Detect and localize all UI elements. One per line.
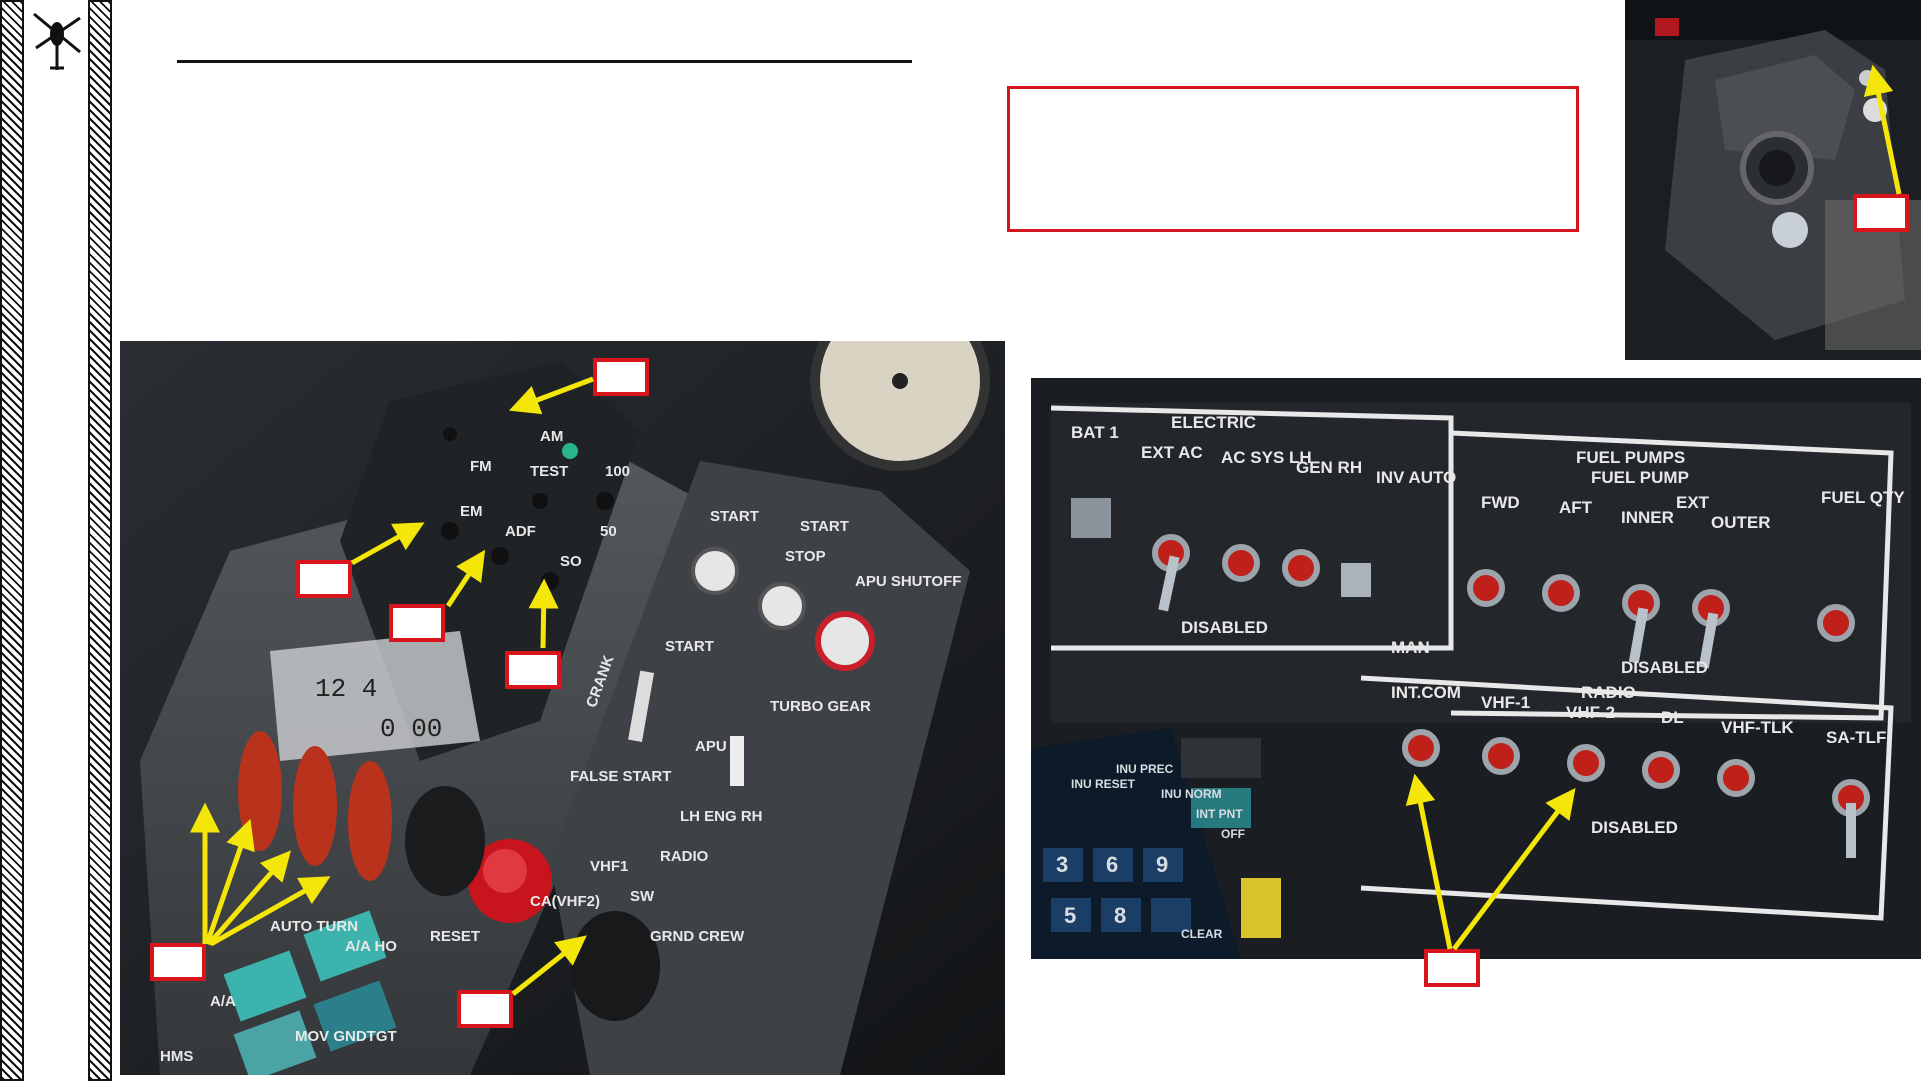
label-reset: RESET xyxy=(430,928,480,945)
label-fuel-pump: FUEL PUMP xyxy=(1591,468,1689,487)
collective-grip-photo xyxy=(1625,0,1921,360)
key-off: OFF xyxy=(1221,827,1245,841)
marker-am-switch xyxy=(593,358,649,396)
marker-radio-switches xyxy=(1424,949,1480,987)
label-auto-turn: AUTO TURN xyxy=(270,918,358,935)
label-grnd-crew: GRND CREW xyxy=(650,928,745,945)
label-intcom: INT.COM xyxy=(1391,683,1461,702)
callout-box xyxy=(1007,86,1579,232)
left-stripe-outer xyxy=(0,0,24,1081)
cockpit-console-photo: AM FM TEST 100 EM ADF 50 SO START START … xyxy=(120,341,1005,1075)
label-gen-rh: GEN RH xyxy=(1296,458,1362,477)
marker-collective-button xyxy=(1853,194,1909,232)
key-5: 5 xyxy=(1064,903,1076,928)
label-start-1: START xyxy=(710,508,759,525)
label-ext: EXT xyxy=(1676,493,1710,512)
label-apu: APU xyxy=(695,738,727,755)
label-outer: OUTER xyxy=(1711,513,1771,532)
label-electric-disabled: DISABLED xyxy=(1181,618,1268,637)
label-fm: FM xyxy=(470,458,492,475)
label-inv-auto: INV AUTO xyxy=(1376,468,1456,487)
title-underline xyxy=(177,60,912,63)
electric-fuel-radio-panel-photo: ELECTRIC BAT 1 EXT AC AC SYS LH GEN RH I… xyxy=(1031,378,1921,959)
label-inner: INNER xyxy=(1621,508,1674,527)
label-aft: AFT xyxy=(1559,498,1593,517)
label-adf: ADF xyxy=(505,523,536,540)
label-man: MAN xyxy=(1391,638,1430,657)
label-test: TEST xyxy=(530,463,568,480)
label-sa-tlf: SA-TLF xyxy=(1826,728,1886,747)
clock-minutes: 0 00 xyxy=(380,714,442,744)
key-3: 3 xyxy=(1056,852,1068,877)
label-vhf-tlk: VHF-TLK xyxy=(1721,718,1794,737)
marker-fuel-levers xyxy=(150,943,206,981)
label-radio: RADIO xyxy=(660,848,709,865)
label-dl: DL xyxy=(1661,708,1684,727)
label-radio-disabled: DISABLED xyxy=(1591,818,1678,837)
label-false-start: FALSE START xyxy=(570,768,671,785)
label-50: 50 xyxy=(600,523,617,540)
label-ca-vhf2: CA(VHF2) xyxy=(530,893,600,910)
key-inu-norm: INU NORM xyxy=(1161,787,1222,801)
label-radio-panel: RADIO xyxy=(1581,683,1636,702)
label-mov-gndtgt: MOV GNDTGT xyxy=(295,1028,397,1045)
label-fuel-disabled: DISABLED xyxy=(1621,658,1708,677)
marker-adf-knob xyxy=(389,604,445,642)
label-stop: STOP xyxy=(785,548,826,565)
key-clear: CLEAR xyxy=(1181,927,1223,941)
label-hms: HMS xyxy=(160,1048,193,1065)
key-8: 8 xyxy=(1114,903,1126,928)
label-so: SO xyxy=(560,553,582,570)
label-lh-eng-rh: LH ENG RH xyxy=(680,808,763,825)
label-turbo-gear: TURBO GEAR xyxy=(770,698,871,715)
label-sw: SW xyxy=(630,888,655,905)
label-ext-ac: EXT AC xyxy=(1141,443,1203,462)
label-aa: A/A xyxy=(210,993,236,1010)
label-am: AM xyxy=(540,428,563,445)
label-start-2: START xyxy=(800,518,849,535)
left-stripe-inner xyxy=(88,0,112,1081)
label-vhf-2: VHF-2 xyxy=(1566,703,1615,722)
key-inu-reset: INU RESET xyxy=(1071,777,1136,791)
marker-em-knob xyxy=(296,560,352,598)
key-int-pnt: INT PNT xyxy=(1196,807,1243,821)
label-fuel-pumps: FUEL PUMPS xyxy=(1576,448,1685,467)
label-electric: ELECTRIC xyxy=(1171,413,1256,432)
label-aa-ho: A/A HO xyxy=(345,938,397,955)
key-9: 9 xyxy=(1156,852,1168,877)
label-bat1: BAT 1 xyxy=(1071,423,1119,442)
key-6: 6 xyxy=(1106,852,1118,877)
label-apu-shutoff: APU SHUTOFF xyxy=(855,573,961,590)
label-fuel-qty: FUEL QTY xyxy=(1821,488,1905,507)
marker-radio-selector xyxy=(457,990,513,1028)
label-em: EM xyxy=(460,503,483,520)
label-start-crank: START xyxy=(665,638,714,655)
label-vhf1: VHF1 xyxy=(590,858,628,875)
clock-hours: 12 4 xyxy=(315,674,377,704)
marker-so-knob xyxy=(505,651,561,689)
label-vhf-1: VHF-1 xyxy=(1481,693,1530,712)
key-inu-prec: INU PREC xyxy=(1116,762,1174,776)
label-fwd: FWD xyxy=(1481,493,1520,512)
label-100: 100 xyxy=(605,463,630,480)
helicopter-logo-icon xyxy=(28,4,86,74)
